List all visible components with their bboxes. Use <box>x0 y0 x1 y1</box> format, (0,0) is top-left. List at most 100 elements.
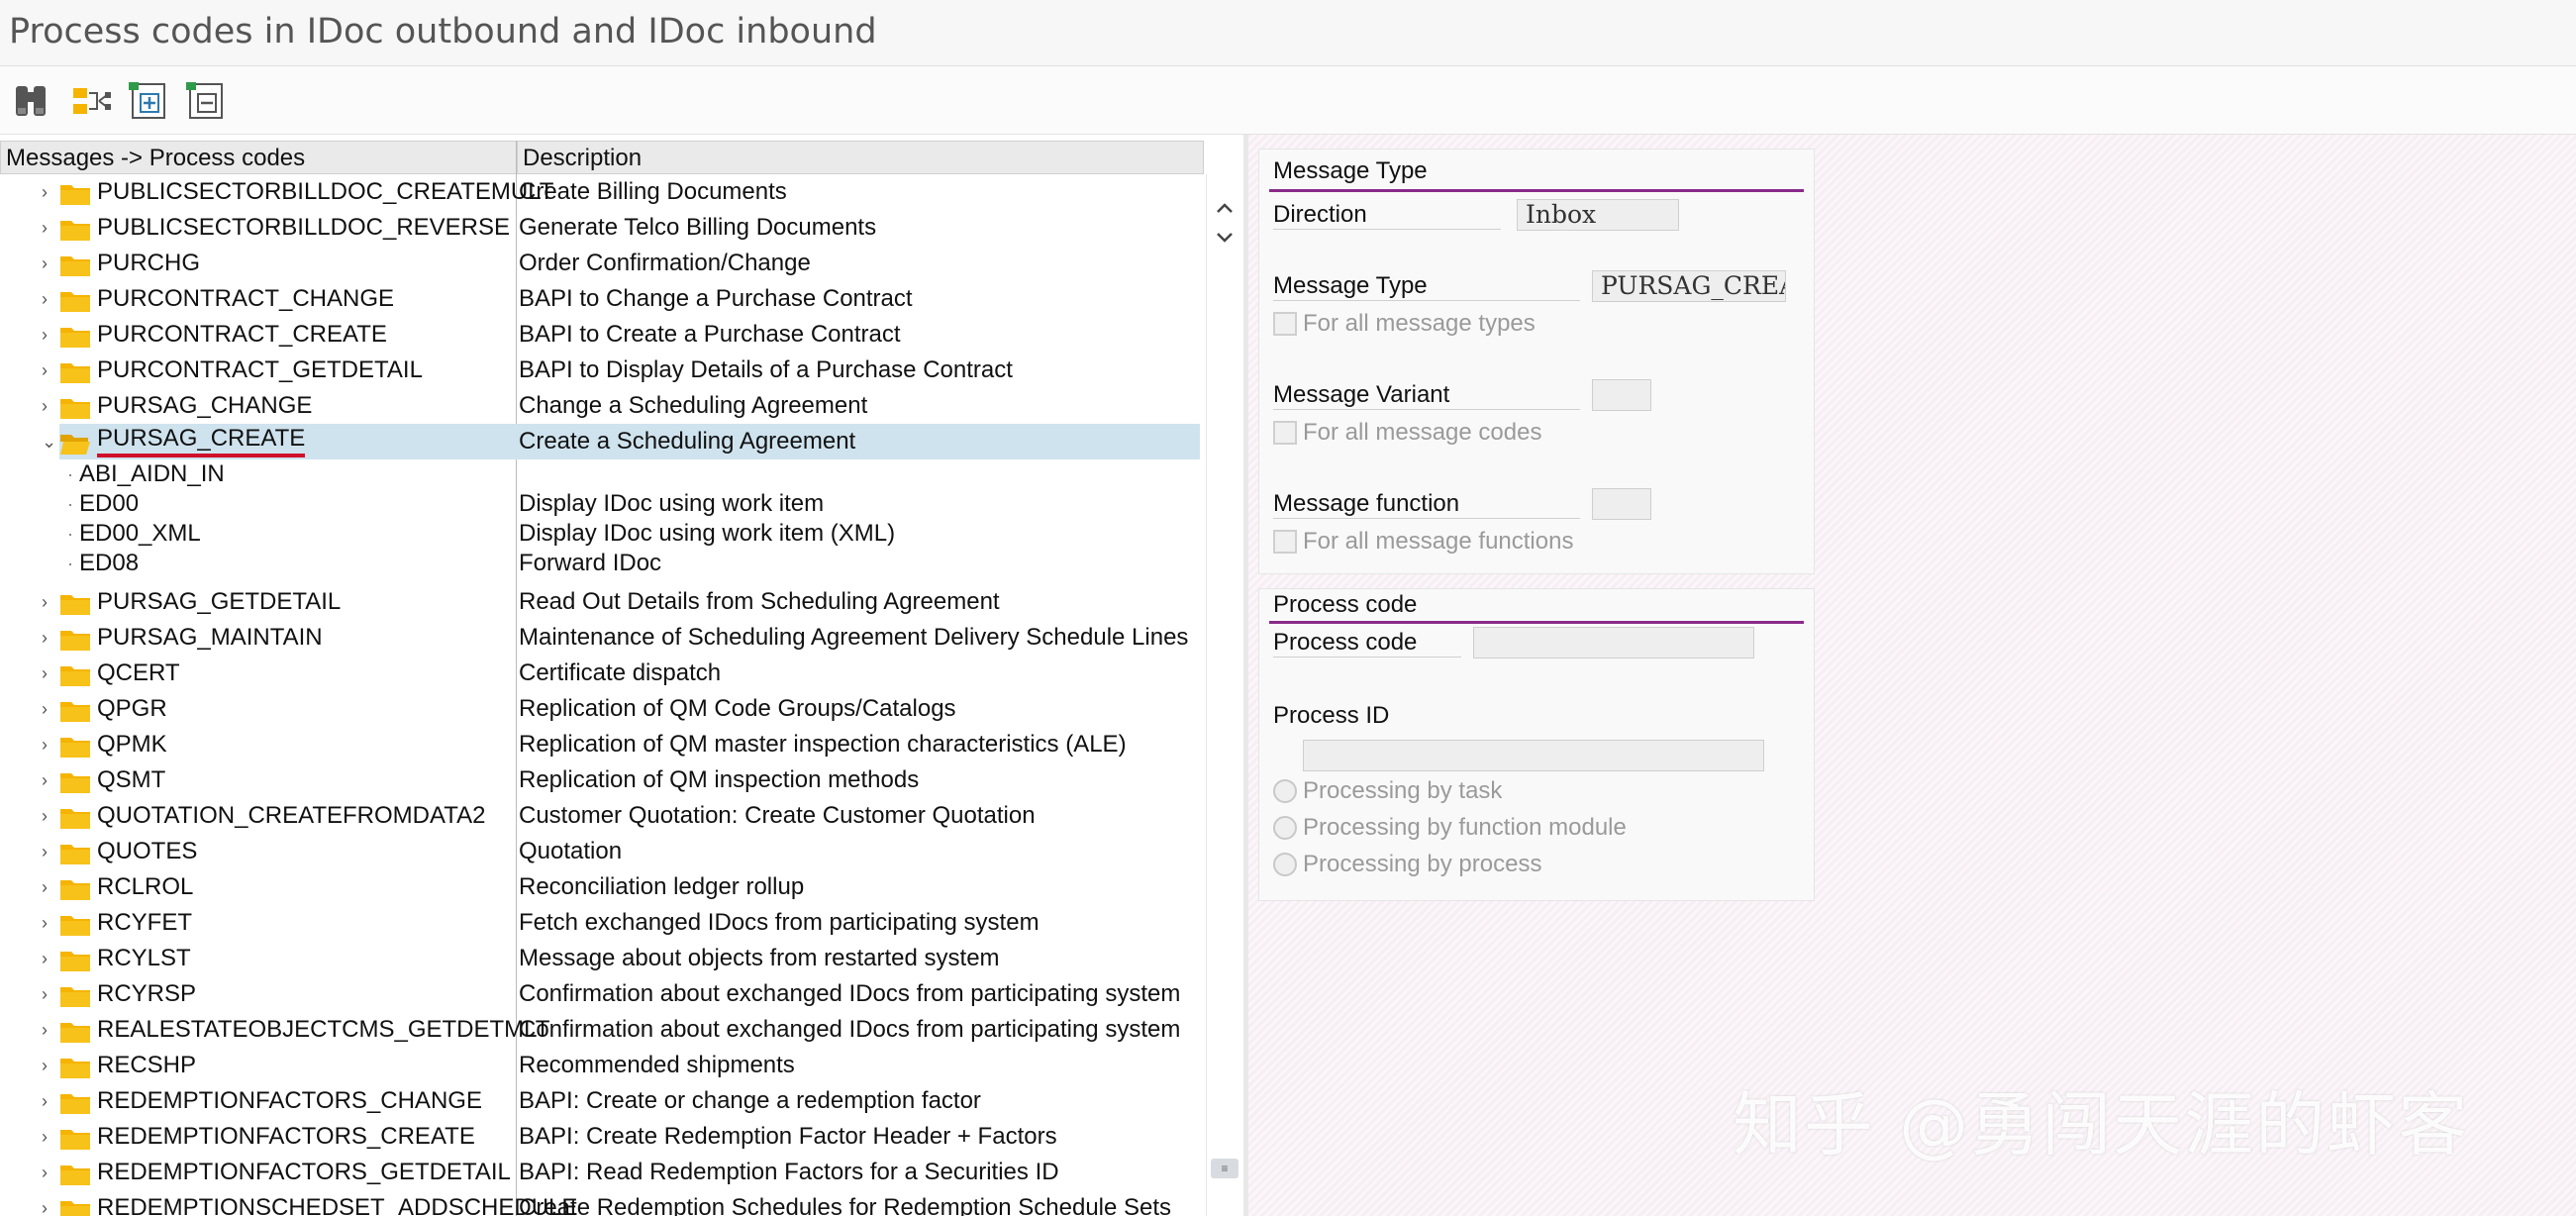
expand-chevron-icon[interactable]: › <box>42 1012 55 1048</box>
process-code-name[interactable]: QPGR <box>97 691 167 727</box>
expand-chevron-icon[interactable]: › <box>42 584 55 620</box>
expand-chevron-icon[interactable]: › <box>42 869 55 905</box>
tree-row[interactable]: › RCYFET Fetch exchanged IDocs from partic… <box>0 905 1204 941</box>
process-code-name[interactable]: PURSAG_CHANGE <box>97 388 312 424</box>
expand-chevron-icon[interactable]: › <box>42 1155 55 1190</box>
column-header-messages[interactable]: Messages -> Process codes <box>0 141 517 174</box>
tree-row[interactable]: › PURSAG_CHANGE Change a Scheduling Agreem… <box>0 388 1204 424</box>
process-code-child-name[interactable]: ED00_XML <box>79 519 201 549</box>
vertical-scrollbar[interactable]: ≡ <box>1206 174 1242 1216</box>
direction-field[interactable]: Inbox <box>1517 199 1679 231</box>
expand-chevron-icon[interactable]: › <box>42 246 55 281</box>
process-code-name[interactable]: PURCONTRACT_GETDETAIL <box>97 353 423 388</box>
all-message-codes-checkbox[interactable] <box>1273 421 1297 445</box>
scroll-up-icon[interactable] <box>1215 198 1235 218</box>
process-code-name[interactable]: PUBLICSECTORBILLDOC_REVERSE <box>97 210 510 246</box>
process-code-field[interactable] <box>1473 627 1754 659</box>
expand-chevron-icon[interactable]: › <box>42 353 55 388</box>
process-code-name[interactable]: REDEMPTIONFACTORS_GETDETAIL <box>97 1155 511 1190</box>
tree-row[interactable]: › REALESTATEOBJECTCMS_GETDETMLT Confirmati… <box>0 1012 1204 1048</box>
processing-by-task-radio[interactable] <box>1273 779 1297 803</box>
scroll-down-icon[interactable] <box>1215 228 1235 248</box>
expand-chevron-icon[interactable]: › <box>42 281 55 317</box>
expand-chevron-icon[interactable]: › <box>42 762 55 798</box>
tree-row[interactable]: › REDEMPTIONFACTORS_CREATE BAPI: Create Re… <box>0 1119 1204 1155</box>
process-code-name[interactable]: PURCHG <box>97 246 200 281</box>
tree-row[interactable]: › QUOTATION_CREATEFROMDATA2 Customer Quota… <box>0 798 1204 834</box>
expand-chevron-icon[interactable]: › <box>42 1190 55 1216</box>
message-function-field[interactable] <box>1592 488 1651 520</box>
tree-row[interactable]: › PUBLICSECTORBILLDOC_CREATEMULT Create Bi… <box>0 174 1204 210</box>
tree-child-row[interactable]: · ED08 Forward IDoc <box>0 549 1204 578</box>
tree-row[interactable]: › PURCONTRACT_GETDETAIL BAPI to Display De… <box>0 353 1204 388</box>
process-code-name[interactable]: QSMT <box>97 762 165 798</box>
tree-child-row[interactable]: · ABI_AIDN_IN <box>0 459 1204 489</box>
expand-chevron-icon[interactable]: › <box>42 317 55 353</box>
process-code-name[interactable]: QUOTATION_CREATEFROMDATA2 <box>97 798 485 834</box>
process-code-name[interactable]: RCYRSP <box>97 976 196 1012</box>
expand-chevron-icon[interactable]: › <box>42 388 55 424</box>
process-code-child-name[interactable]: ED00 <box>79 489 139 519</box>
processing-by-function-module-radio[interactable] <box>1273 816 1297 840</box>
expand-chevron-icon[interactable]: › <box>42 691 55 727</box>
scrollbar-thumb[interactable]: ≡ <box>1211 1159 1238 1178</box>
tree-row[interactable]: › REDEMPTIONSCHEDSET_ADDSCHEDULE Create Re… <box>0 1190 1204 1216</box>
process-code-name[interactable]: QUOTES <box>97 834 197 869</box>
tree-row[interactable]: › PURCONTRACT_CHANGE BAPI to Change a Purc… <box>0 281 1204 317</box>
collapse-chevron-icon[interactable]: ⌄ <box>42 424 56 459</box>
column-header-description[interactable]: Description <box>517 141 1204 174</box>
process-code-name[interactable]: PURCONTRACT_CREATE <box>97 317 387 353</box>
tree-row[interactable]: ⌄ PURSAG_CREATE Create a Scheduling Agreem… <box>0 424 1204 459</box>
expand-chevron-icon[interactable]: › <box>42 1083 55 1119</box>
tree-child-row[interactable]: · ED00_XML Display IDoc using work item (X… <box>0 519 1204 549</box>
process-code-name[interactable]: REDEMPTIONSCHEDSET_ADDSCHEDULE <box>97 1190 577 1216</box>
process-code-name[interactable]: RCYLST <box>97 941 191 976</box>
process-code-name[interactable]: PURCONTRACT_CHANGE <box>97 281 394 317</box>
process-code-child-name[interactable]: ABI_AIDN_IN <box>79 459 225 489</box>
binoculars-icon[interactable] <box>10 78 55 124</box>
expand-chevron-icon[interactable]: › <box>42 174 55 210</box>
all-message-types-checkbox[interactable] <box>1273 312 1297 336</box>
process-code-name[interactable]: REALESTATEOBJECTCMS_GETDETMLT <box>97 1012 549 1048</box>
process-code-child-name[interactable]: ED08 <box>79 549 139 578</box>
expand-chevron-icon[interactable]: › <box>42 1048 55 1083</box>
tree-child-row[interactable]: · ED00 Display IDoc using work item <box>0 489 1204 519</box>
process-code-name[interactable]: RCLROL <box>97 869 193 905</box>
tree-row[interactable]: › PURSAG_GETDETAIL Read Out Details from S… <box>0 584 1204 620</box>
message-type-field[interactable]: PURSAG_CREA <box>1592 270 1786 302</box>
collapse-subtree-icon[interactable] <box>184 78 230 124</box>
expand-chevron-icon[interactable]: › <box>42 1119 55 1155</box>
process-code-name[interactable]: RCYFET <box>97 905 192 941</box>
tree-row[interactable]: › PUBLICSECTORBILLDOC_REVERSE Generate Tel… <box>0 210 1204 246</box>
expand-subtree-icon[interactable] <box>127 78 172 124</box>
process-code-name[interactable]: REDEMPTIONFACTORS_CHANGE <box>97 1083 482 1119</box>
tree-row[interactable]: › RCYRSP Confirmation about exchanged IDoc… <box>0 976 1204 1012</box>
expand-chevron-icon[interactable]: › <box>42 941 55 976</box>
processing-by-process-radio[interactable] <box>1273 853 1297 876</box>
process-code-name[interactable]: QPMK <box>97 727 167 762</box>
expand-chevron-icon[interactable]: › <box>42 727 55 762</box>
process-code-name[interactable]: PURSAG_MAINTAIN <box>97 620 323 656</box>
expand-chevron-icon[interactable]: › <box>42 905 55 941</box>
tree-row[interactable]: › RCYLST Message about objects from restar… <box>0 941 1204 976</box>
process-id-field[interactable] <box>1303 740 1764 771</box>
expand-chevron-icon[interactable]: › <box>42 656 55 691</box>
tree-row[interactable]: › REDEMPTIONFACTORS_GETDETAIL BAPI: Read R… <box>0 1155 1204 1190</box>
process-code-name[interactable]: PURSAG_CREATE <box>97 424 306 457</box>
expand-chevron-icon[interactable]: › <box>42 976 55 1012</box>
message-variant-field[interactable] <box>1592 379 1651 411</box>
expand-chevron-icon[interactable]: › <box>42 210 55 246</box>
process-code-name[interactable]: QCERT <box>97 656 180 691</box>
tree-row[interactable]: › REDEMPTIONFACTORS_CHANGE BAPI: Create or… <box>0 1083 1204 1119</box>
expand-chevron-icon[interactable]: › <box>42 798 55 834</box>
process-code-name[interactable]: PURSAG_GETDETAIL <box>97 584 341 620</box>
tree-row[interactable]: › QSMT Replication of QM inspection method… <box>0 762 1204 798</box>
tree-row[interactable]: › QPMK Replication of QM master inspection… <box>0 727 1204 762</box>
all-message-functions-checkbox[interactable] <box>1273 530 1297 554</box>
expand-chevron-icon[interactable]: › <box>42 620 55 656</box>
expand-tree-icon[interactable] <box>69 78 115 124</box>
process-code-name[interactable]: REDEMPTIONFACTORS_CREATE <box>97 1119 475 1155</box>
tree-row[interactable]: › QUOTES Quotation <box>0 834 1204 869</box>
process-code-name[interactable]: PUBLICSECTORBILLDOC_CREATEMULT <box>97 174 553 210</box>
tree-row[interactable]: › RECSHP Recommended shipments <box>0 1048 1204 1083</box>
